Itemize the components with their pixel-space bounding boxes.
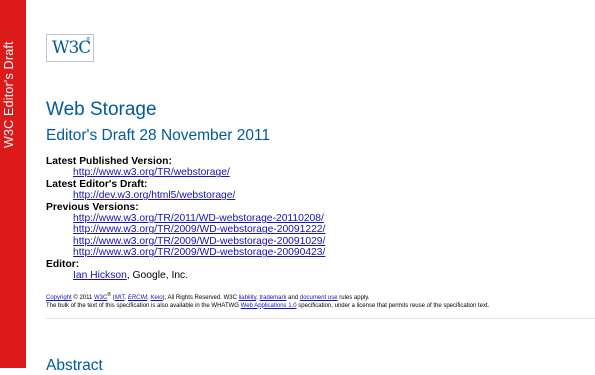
latest-editors-draft-label: Latest Editor's Draft: (46, 178, 148, 190)
previous-version-link[interactable]: http://www.w3.org/TR/2009/WD-webstorage-… (73, 236, 325, 247)
latest-published-link[interactable]: http://www.w3.org/TR/webstorage/ (73, 167, 230, 178)
w3c-logo[interactable]: W3C ® (46, 34, 94, 62)
latest-editors-draft-link[interactable]: http://dev.w3.org/html5/webstorage/ (73, 190, 235, 201)
whatwg-web-applications-link[interactable]: Web Applications 1.0 (241, 303, 297, 309)
editor-entry: Ian Hickson, Google, Inc. (73, 270, 325, 281)
copyright-notice: Copyright © 2011 W3C® (MIT, ERCIM, Keio)… (46, 292, 490, 309)
document-use-link[interactable]: document use (300, 295, 338, 301)
ercim-link[interactable]: ERCIM (128, 295, 147, 301)
abstract-heading: Abstract (46, 357, 103, 374)
w3c-link[interactable]: W3C (94, 295, 107, 301)
copyright-link[interactable]: Copyright (46, 295, 72, 301)
mit-link[interactable]: MIT (115, 295, 125, 301)
editor-affiliation: , Google, Inc. (126, 270, 189, 282)
banner-text: W3C Editor's Draft (2, 41, 16, 148)
editor-name-link[interactable]: Ian Hickson (73, 270, 127, 281)
section-divider (46, 318, 595, 319)
whatwg-notice: The bulk of the text of this specificati… (46, 302, 241, 309)
keio-link[interactable]: Keio (151, 295, 163, 301)
previous-versions-label: Previous Versions: (46, 201, 139, 213)
previous-version-link[interactable]: http://www.w3.org/TR/2009/WD-webstorage-… (73, 247, 325, 258)
w3c-logo-text: W3C (52, 38, 91, 58)
previous-version-link[interactable]: http://www.w3.org/TR/2011/WD-webstorage-… (73, 213, 324, 224)
page-subtitle: Editor's Draft 28 November 2011 (46, 127, 271, 144)
previous-version-link[interactable]: http://www.w3.org/TR/2009/WD-webstorage-… (73, 224, 325, 235)
editor-label: Editor: (46, 258, 80, 270)
liability-link[interactable]: liability (239, 295, 257, 301)
page-title: Web Storage (46, 99, 157, 120)
w3c-logo-registered-mark: ® (86, 37, 90, 43)
document-metadata: Latest Published Version: http://www.w3.… (46, 156, 325, 281)
latest-published-label: Latest Published Version: (46, 156, 172, 167)
editors-draft-banner: W3C Editor's Draft (0, 0, 26, 368)
trademark-link[interactable]: trademark (259, 295, 286, 301)
